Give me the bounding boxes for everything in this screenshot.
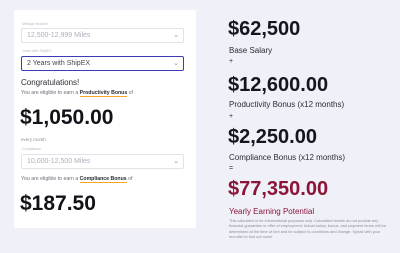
years-select-value: 2 Years with ShipEX [27, 60, 91, 67]
compliance-yearly-label: Compliance Bonus (x12 months) [229, 153, 346, 162]
chevron-down-icon: ⌄ [173, 158, 179, 165]
mileage-select[interactable]: 12,500-12,999 Miles ⌄ [21, 28, 184, 43]
years-select[interactable]: 2 Years with ShipEX ⌄ [21, 56, 184, 71]
productivity-amount: $1,050.00 [20, 106, 114, 129]
yearly-total-label: Yearly Earning Potential [229, 207, 315, 216]
chevron-down-icon: ⌄ [173, 32, 179, 39]
productivity-yearly-label: Productivity Bonus (x12 months) [229, 100, 345, 109]
compliance-bonus-term: Compliance Bonus [79, 176, 127, 183]
yearly-total-amount: $77,350.00 [228, 178, 329, 200]
productivity-bonus-term: Productivity Bonus [79, 90, 128, 97]
plus-sign: + [229, 113, 234, 120]
mileage-label: Mileage Bracket [22, 22, 48, 26]
disclaimer-text: This calculator is for informational pur… [229, 218, 386, 240]
compliance-label: Compliance [22, 147, 41, 151]
base-salary-amount: $62,500 [228, 18, 301, 40]
productivity-period: every month [21, 137, 46, 142]
congratulations-heading: Congratulations! [21, 78, 80, 87]
compliance-select-value: 10,000-12,500 Miles [27, 158, 91, 165]
years-label: Years with ShipEX [22, 49, 52, 53]
compliance-select[interactable]: 10,000-12,500 Miles ⌄ [21, 154, 184, 169]
productivity-eligibility-note: You are eligible to earn a Productivity … [21, 90, 133, 97]
productivity-yearly-amount: $12,600.00 [228, 74, 329, 96]
compliance-yearly-amount: $2,250.00 [228, 126, 317, 148]
equals-sign: = [229, 165, 234, 172]
compliance-amount: $187.50 [20, 192, 96, 215]
compliance-eligibility-note: You are eligible to earn a Compliance Bo… [21, 176, 133, 183]
base-salary-label: Base Salary [229, 46, 273, 55]
plus-sign: + [229, 58, 234, 65]
mileage-select-value: 12,500-12,999 Miles [27, 32, 91, 39]
chevron-down-icon: ⌄ [173, 60, 179, 67]
